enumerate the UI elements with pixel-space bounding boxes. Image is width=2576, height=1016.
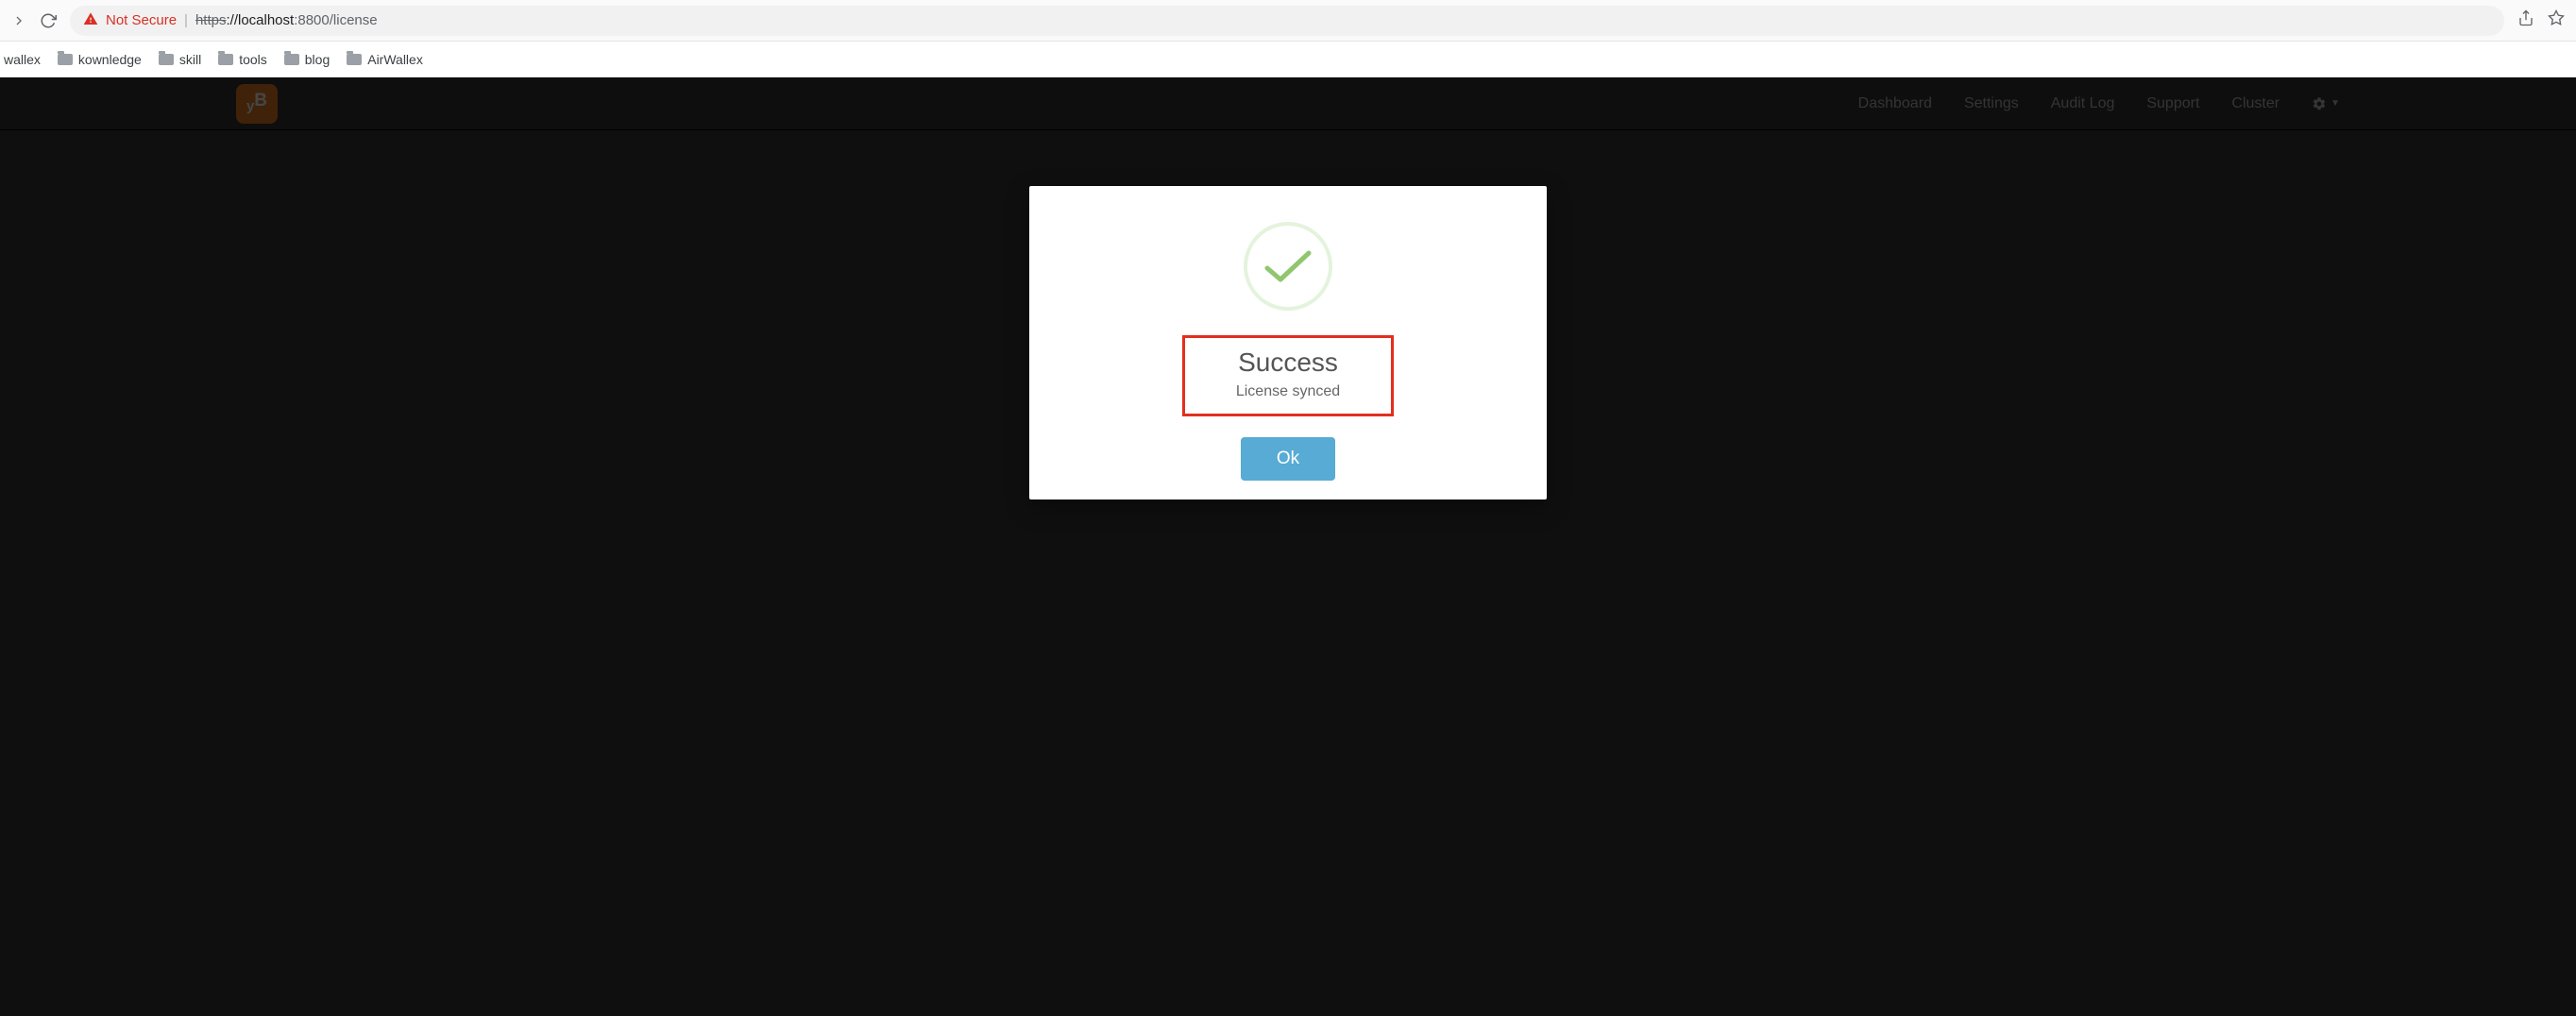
- bookmark-star-icon[interactable]: [2548, 9, 2565, 31]
- success-check-icon: [1244, 222, 1332, 311]
- bookmark-item[interactable]: AirWallex: [347, 52, 423, 67]
- success-modal: Success License synced Ok: [1029, 186, 1547, 500]
- bookmark-item[interactable]: kownledge: [58, 52, 142, 67]
- bookmark-item[interactable]: wallex: [4, 52, 41, 67]
- highlight-annotation: Success License synced: [1182, 335, 1394, 416]
- folder-icon: [347, 54, 362, 65]
- browser-address-bar: Not Secure | https://localhost:8800/lice…: [0, 0, 2576, 42]
- folder-icon: [58, 54, 73, 65]
- warning-icon: [83, 11, 98, 30]
- security-status: Not Secure: [106, 12, 177, 28]
- folder-icon: [218, 54, 233, 65]
- reload-button[interactable]: [40, 12, 57, 29]
- bookmark-item[interactable]: blog: [284, 52, 330, 67]
- forward-button[interactable]: [11, 13, 26, 28]
- share-icon[interactable]: [2517, 9, 2534, 31]
- url-text: https://localhost:8800/license: [195, 12, 378, 28]
- folder-icon: [159, 54, 174, 65]
- bookmark-item[interactable]: tools: [218, 52, 267, 67]
- ok-button[interactable]: Ok: [1241, 437, 1335, 481]
- divider: |: [184, 12, 188, 28]
- app-viewport: yB Dashboard Settings Audit Log Support …: [0, 77, 2576, 1016]
- modal-title: Success: [1236, 347, 1340, 378]
- modal-message: License synced: [1236, 383, 1340, 400]
- url-bar[interactable]: Not Secure | https://localhost:8800/lice…: [70, 6, 2504, 36]
- bookmarks-bar: wallex kownledge skill tools blog AirWal…: [0, 42, 2576, 77]
- bookmark-item[interactable]: skill: [159, 52, 201, 67]
- folder-icon: [284, 54, 299, 65]
